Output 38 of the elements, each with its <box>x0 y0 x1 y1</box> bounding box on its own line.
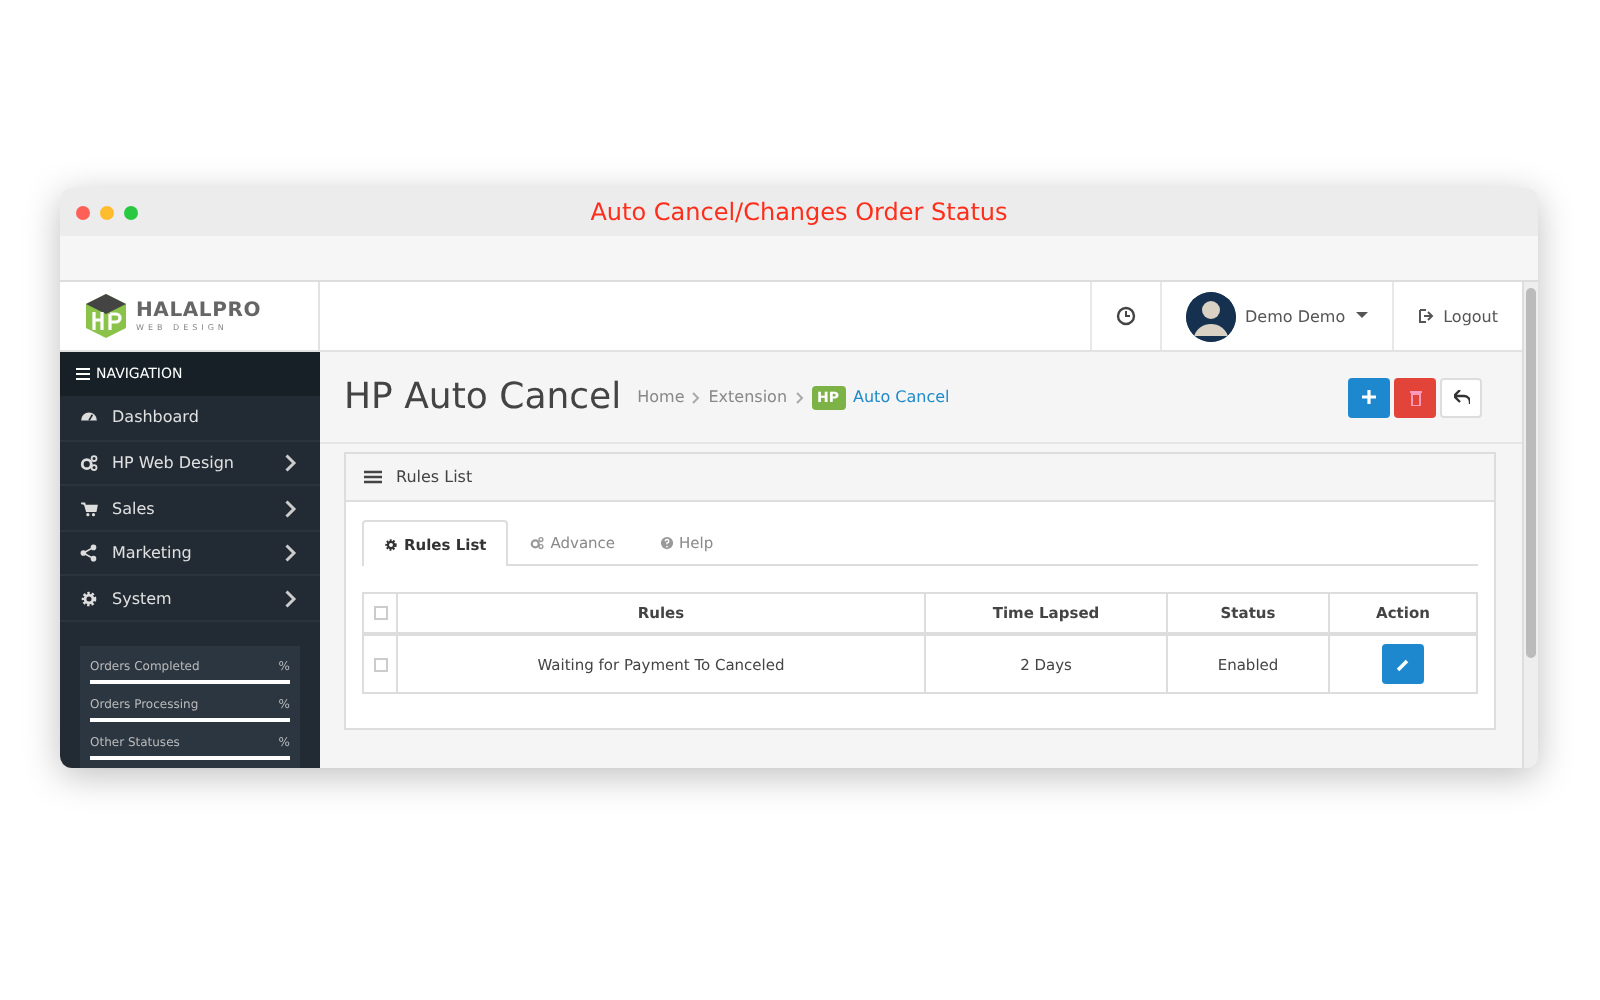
gear-icon <box>384 537 398 551</box>
back-button[interactable] <box>1440 377 1482 417</box>
reply-icon <box>1453 390 1469 404</box>
page-title: HP Auto Cancel <box>344 376 622 418</box>
user-name[interactable]: Demo Demo <box>1245 307 1346 325</box>
panel-title: Rules List <box>396 468 473 486</box>
cogs-icon <box>530 536 545 550</box>
logo-icon <box>84 292 128 340</box>
add-button[interactable] <box>1348 377 1390 417</box>
cogs-icon <box>80 453 98 472</box>
nav-item[interactable]: Sales <box>60 486 320 532</box>
checkbox[interactable] <box>373 657 387 671</box>
nav-item[interactable]: System <box>60 576 320 623</box>
pencil-icon <box>1396 657 1410 671</box>
share-icon <box>80 544 98 563</box>
dashboard-icon <box>80 408 98 427</box>
window-title: Auto Cancel/Changes Order Status <box>590 198 1008 226</box>
nav-item[interactable]: Marketing <box>60 531 320 577</box>
breadcrumb-link[interactable]: Auto Cancel <box>853 388 950 406</box>
clock-icon[interactable] <box>1115 306 1136 326</box>
checkbox[interactable] <box>373 606 387 620</box>
gear-icon <box>80 589 98 608</box>
trash-icon <box>1409 389 1421 405</box>
list-icon <box>364 470 382 484</box>
scrollbar[interactable] <box>1522 282 1538 768</box>
plus-icon <box>1362 390 1376 404</box>
delete-button[interactable] <box>1394 377 1436 417</box>
cart-icon <box>80 499 98 518</box>
edit-button[interactable] <box>1382 644 1424 684</box>
chevron-icon <box>692 391 701 403</box>
nav-item[interactable]: HP Web Design <box>60 441 320 487</box>
help-icon <box>659 536 674 550</box>
nav-item[interactable]: Dashboard <box>60 396 320 442</box>
close-button[interactable] <box>76 205 90 219</box>
menu-icon[interactable] <box>76 368 90 381</box>
logout-icon <box>1417 308 1434 324</box>
chevron-icon <box>795 391 804 403</box>
caret-icon[interactable] <box>1355 312 1368 320</box>
